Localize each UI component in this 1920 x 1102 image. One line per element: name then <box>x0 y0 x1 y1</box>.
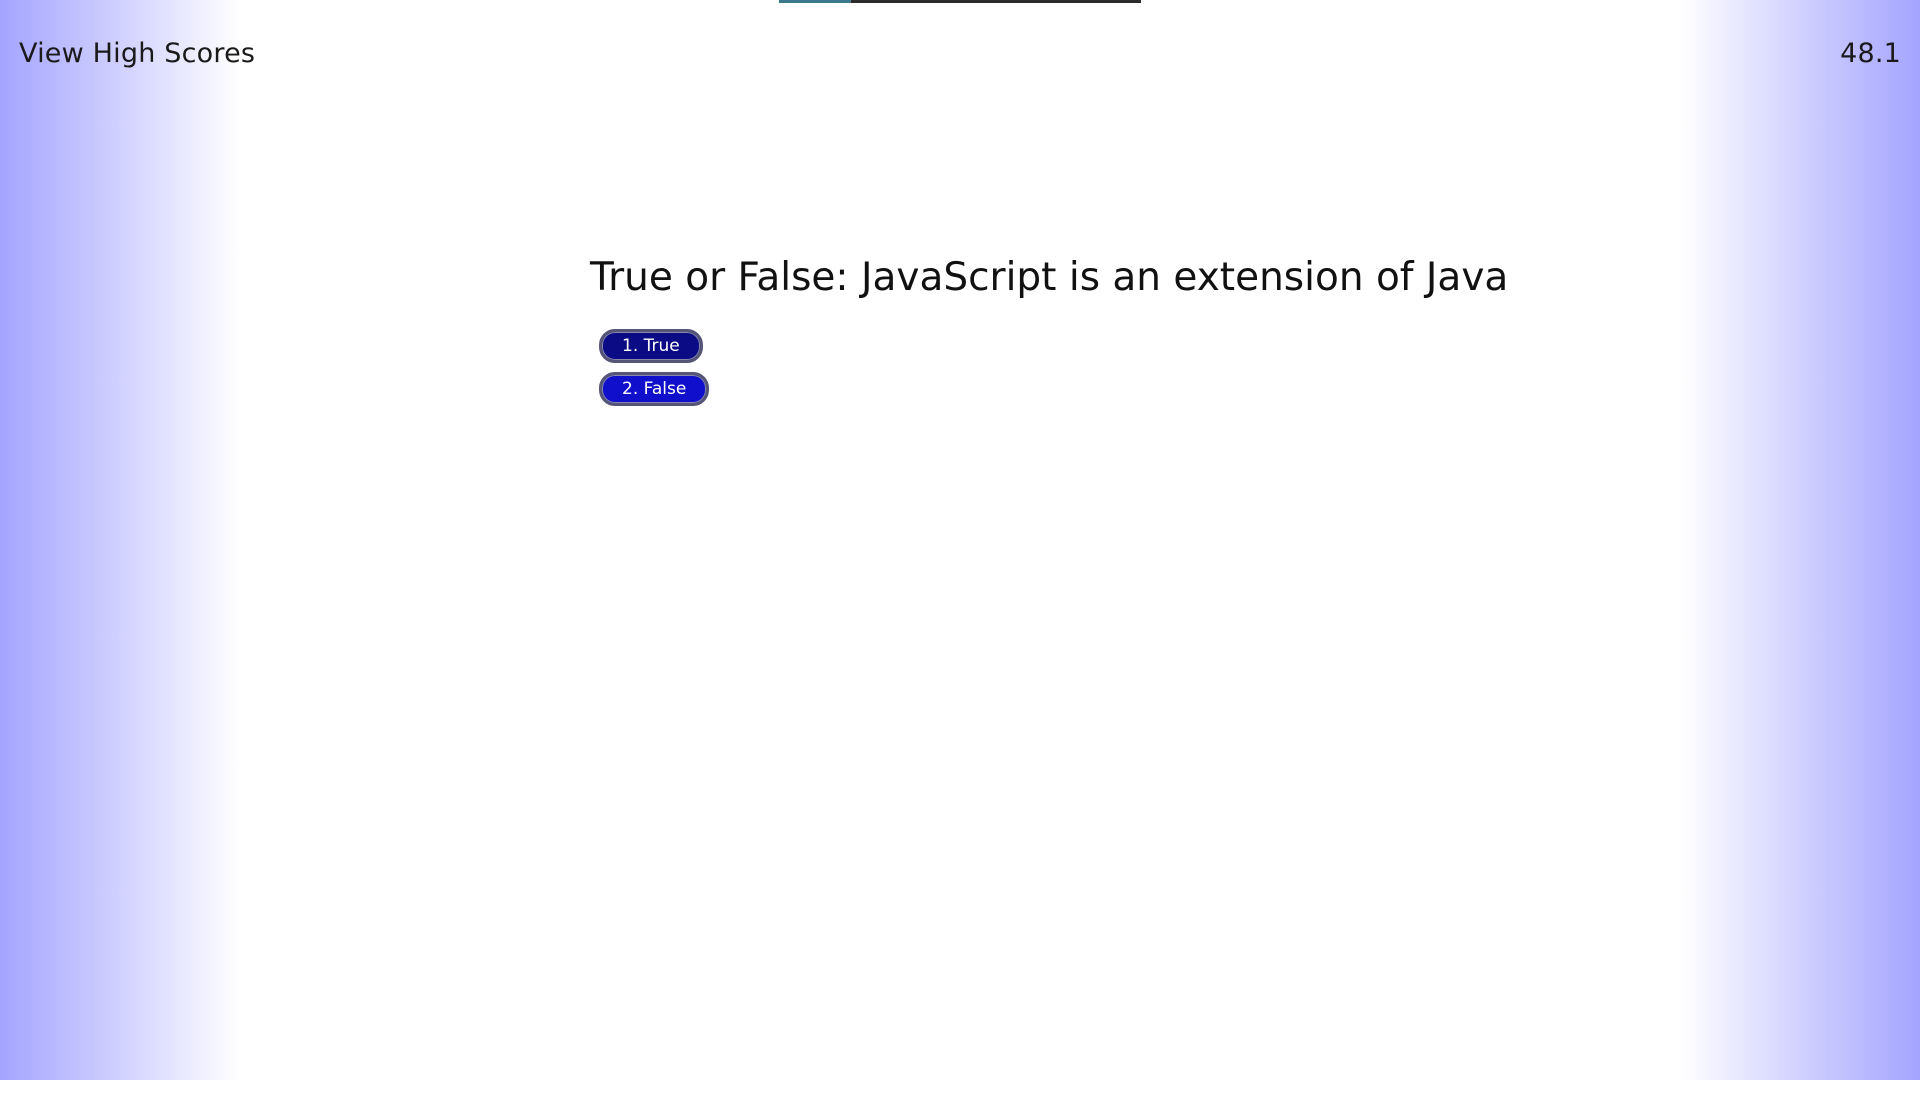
progress-bar-fill <box>779 0 852 3</box>
quiz-page: View High Scores 48.1 True or False: Jav… <box>0 0 1920 1080</box>
answer-button-true[interactable]: 1. True <box>599 329 703 363</box>
answer-button-false[interactable]: 2. False <box>599 372 710 406</box>
answer-list: 1. True 2. False <box>599 329 710 406</box>
timer-display: 48.1 <box>1840 38 1901 69</box>
progress-bar <box>779 0 1141 3</box>
view-high-scores-link[interactable]: View High Scores <box>19 38 255 69</box>
question-text: True or False: JavaScript is an extensio… <box>590 255 1509 300</box>
